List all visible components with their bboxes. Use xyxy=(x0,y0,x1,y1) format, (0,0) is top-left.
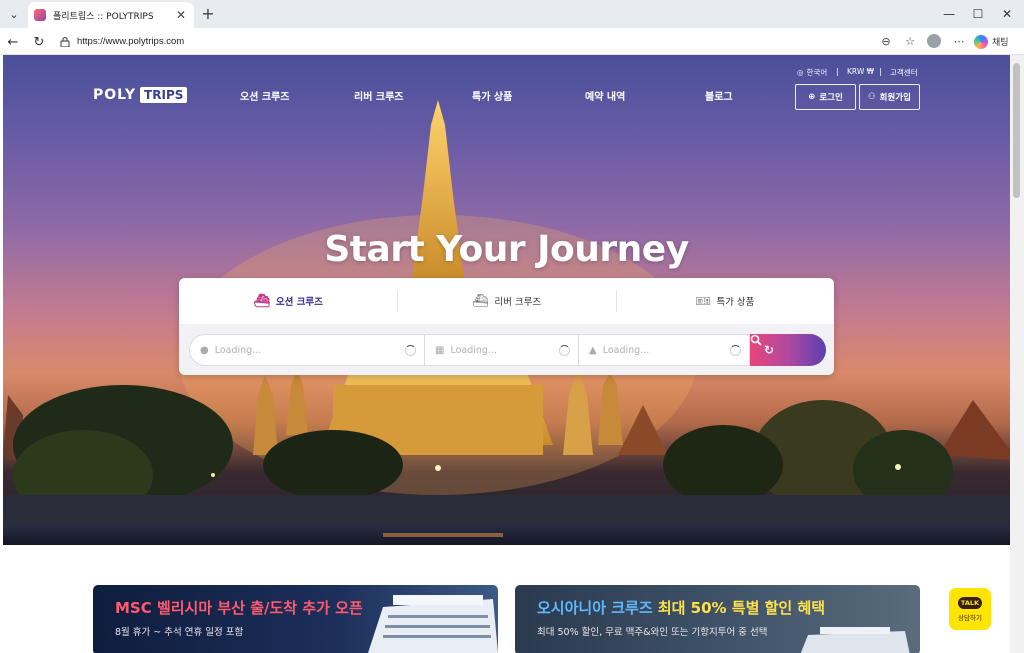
search-tabs: ⛴ 오션 크루즈 ⛴ 리버 크루즈 🎫︎ 특가 상품 xyxy=(179,278,834,324)
language-label: 한국어 xyxy=(806,68,828,77)
banner-title-highlight: MSC 벨리시마 xyxy=(115,599,213,617)
util-divider xyxy=(837,68,838,76)
hero-section: POLY TRIPS 오션 크루즈 리버 크루즈 특가 상품 예약 내역 블로그… xyxy=(3,55,1010,545)
cruise-line-select[interactable]: ▲ Loading... xyxy=(578,334,750,366)
signup-label: 회원가입 xyxy=(879,93,911,103)
url-field[interactable]: https://www.polytrips.com xyxy=(53,31,919,52)
new-tab-plus-icon[interactable]: + xyxy=(198,4,218,24)
date-select[interactable]: ▦ Loading... xyxy=(424,334,579,366)
language-selector[interactable]: ◎ 한국어 xyxy=(797,67,827,78)
calendar-icon: ▦ xyxy=(435,344,445,356)
page-scrollbar[interactable] xyxy=(1010,55,1024,653)
currency-selector[interactable]: KRW ₩ xyxy=(847,67,874,76)
location-pin-icon: ● xyxy=(200,344,209,356)
kakao-chat-button[interactable]: TALK 상담하기 xyxy=(949,588,991,630)
river-boat-icon: ⛴ xyxy=(471,293,489,309)
nav-reservations[interactable]: 예약 내역 xyxy=(585,88,625,103)
copilot-chat-button[interactable]: 채팅 xyxy=(974,33,1009,50)
login-button[interactable]: ⊕ 로그인 xyxy=(795,84,856,110)
copilot-icon xyxy=(974,34,988,49)
banner-title-rest: 부산 출/도착 추가 오픈 xyxy=(212,599,363,617)
promo-banner-msc[interactable]: MSC 벨리시마 부산 출/도착 추가 오픈 8월 휴가 ~ 추석 연휴 일정 … xyxy=(93,585,498,653)
nav-river-cruise[interactable]: 리버 크루즈 xyxy=(354,88,403,103)
logo-poly-text: POLY xyxy=(93,87,137,103)
lock-icon[interactable] xyxy=(59,36,71,48)
destination-placeholder: Loading... xyxy=(214,344,262,356)
banner-title-rest: 최대 50% 특별 할인 혜택 xyxy=(652,599,826,617)
browser-tab-bar: ⌄ 폴리트립스 :: POLYTRIPS ✕ + — ☐ ✕ xyxy=(0,0,1024,28)
webpage: POLY TRIPS 오션 크루즈 리버 크루즈 특가 상품 예약 내역 블로그… xyxy=(3,55,1010,653)
search-tab-label: 오션 크루즈 xyxy=(275,297,323,308)
nav-special-deals[interactable]: 특가 상품 xyxy=(472,88,512,103)
profile-avatar-icon[interactable] xyxy=(925,32,943,50)
globe-icon: ◎ xyxy=(797,68,804,77)
page-options-icon[interactable]: ⊖ xyxy=(877,32,895,50)
browser-tab[interactable]: 폴리트립스 :: POLYTRIPS ✕ xyxy=(28,2,194,28)
util-divider xyxy=(880,68,881,76)
kakao-label: 상담하기 xyxy=(958,613,982,622)
logo-trips-text: TRIPS xyxy=(140,87,188,103)
loading-spinner-icon xyxy=(559,344,570,356)
add-user-icon: ⚇ xyxy=(868,92,876,102)
banner-title-highlight: 오시아니아 크루즈 xyxy=(537,599,653,617)
loading-spinner-icon xyxy=(405,344,416,356)
cruise-line-placeholder: Loading... xyxy=(602,344,650,356)
ship-icon: ▲ xyxy=(589,344,597,356)
refresh-icon: ↻ xyxy=(763,343,775,357)
site-favicon-icon xyxy=(34,9,46,21)
banner-subtitle: 8월 휴가 ~ 추석 연휴 일정 포함 xyxy=(115,627,244,638)
nav-blog[interactable]: 블로그 xyxy=(705,88,733,103)
search-tab-ocean[interactable]: ⛴ 오션 크루즈 xyxy=(179,278,397,324)
login-icon: ⊕ xyxy=(808,92,816,102)
banner-title: MSC 벨리시마 부산 출/도착 추가 오픈 xyxy=(115,597,363,618)
more-menu-icon[interactable]: ⋯ xyxy=(950,32,968,50)
ticket-icon: 🎫︎ xyxy=(695,294,711,308)
loading-spinner-icon xyxy=(730,344,741,356)
nav-ocean-cruise[interactable]: 오션 크루즈 xyxy=(240,88,289,103)
search-tab-label: 특가 상품 xyxy=(716,297,755,308)
copilot-label: 채팅 xyxy=(992,38,1009,48)
cruise-search-panel: ⛴ 오션 크루즈 ⛴ 리버 크루즈 🎫︎ 특가 상품 ● Loading... … xyxy=(179,278,834,375)
signup-button[interactable]: ⚇ 회원가입 xyxy=(859,84,920,110)
customer-center-link[interactable]: 고객센터 xyxy=(890,67,918,78)
scrollbar-thumb[interactable] xyxy=(1013,63,1020,198)
cruise-ship-icon: ⛴ xyxy=(253,293,270,309)
search-icon xyxy=(750,334,762,346)
hero-headline: Start Your Journey xyxy=(324,229,689,270)
address-bar: ← ↻ https://www.polytrips.com ⊖ ☆ ⋯ 채팅 xyxy=(0,28,1024,55)
date-placeholder: Loading... xyxy=(450,344,497,356)
tab-close-icon[interactable]: ✕ xyxy=(174,8,188,22)
banner-subtitle: 최대 50% 할인, 무료 맥주&와인 또는 기항지투어 중 선택 xyxy=(537,627,768,638)
tab-title: 폴리트립스 :: POLYTRIPS xyxy=(53,11,154,22)
cruise-ship-image xyxy=(368,595,498,653)
kakao-talk-icon: TALK xyxy=(957,596,983,609)
favorite-star-icon[interactable]: ☆ xyxy=(901,32,919,50)
back-arrow-icon[interactable]: ← xyxy=(3,32,23,52)
search-tab-label: 리버 크루즈 xyxy=(494,297,542,308)
destination-select[interactable]: ● Loading... xyxy=(189,334,425,366)
window-close-icon[interactable]: ✕ xyxy=(990,0,1024,28)
site-logo[interactable]: POLY TRIPS xyxy=(93,86,188,104)
banner-title: 오시아니아 크루즈 최대 50% 특별 할인 혜택 xyxy=(537,597,825,618)
search-tab-deals[interactable]: 🎫︎ 특가 상품 xyxy=(615,278,834,324)
url-text: https://www.polytrips.com xyxy=(77,36,185,47)
search-button[interactable] xyxy=(750,334,826,366)
search-actions: ↻ xyxy=(750,334,826,366)
tab-list-chevron-icon[interactable]: ⌄ xyxy=(4,4,24,24)
search-tab-river[interactable]: ⛴ 리버 크루즈 xyxy=(397,278,615,324)
promo-banner-oceania[interactable]: 오시아니아 크루즈 최대 50% 특별 할인 혜택 최대 50% 할인, 무료 … xyxy=(515,585,920,653)
reload-icon[interactable]: ↻ xyxy=(29,32,49,52)
cruise-ship-image xyxy=(800,627,910,653)
login-label: 로그인 xyxy=(819,93,843,103)
